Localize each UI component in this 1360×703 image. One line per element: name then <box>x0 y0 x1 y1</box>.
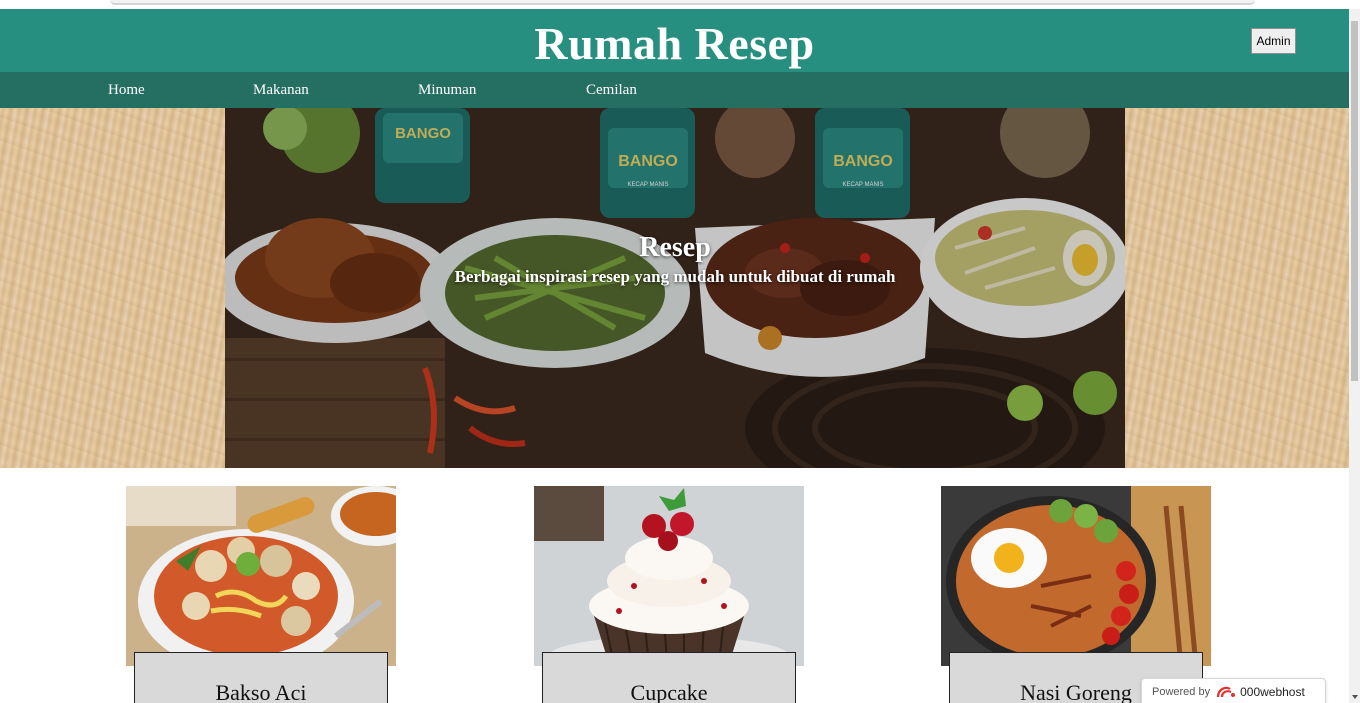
site-title: Rumah Resep <box>534 18 815 69</box>
hero-food-photo: BANGO BANGO KECAP MANIS BANGO KECAP MANI… <box>225 108 1125 468</box>
hero-banner: BANGO BANGO KECAP MANIS BANGO KECAP MANI… <box>0 108 1349 468</box>
recipe-card-bakso-aci[interactable]: Bakso Aci <box>126 486 396 703</box>
recipe-image-cupcake[interactable] <box>534 486 804 666</box>
recipe-card-cupcake[interactable]: Cupcake <box>534 486 804 703</box>
nav-item-cemilan[interactable]: Cemilan <box>586 82 637 99</box>
address-bar-edge <box>110 0 1255 5</box>
scroll-down-arrow-icon[interactable] <box>1352 695 1358 699</box>
hero-subtitle: Berbagai inspirasi resep yang mudah untu… <box>454 267 896 286</box>
hero-overlay <box>225 108 1125 468</box>
site-header: Rumah Resep Admin <box>0 9 1349 72</box>
powered-by-text: Powered by <box>1152 686 1211 698</box>
recipe-image-nasi-goreng[interactable] <box>941 486 1211 666</box>
recipe-name-cupcake[interactable]: Cupcake <box>542 652 796 703</box>
admin-button[interactable]: Admin <box>1251 28 1296 54</box>
webhost-logo-icon <box>1216 686 1236 698</box>
main-nav: Home Makanan Minuman Cemilan <box>0 72 1349 108</box>
recipe-name-bakso-aci[interactable]: Bakso Aci <box>134 652 388 703</box>
hero-title: Resep <box>639 232 711 263</box>
powered-by-badge[interactable]: Powered by 000webhost <box>1141 678 1326 703</box>
nav-item-home[interactable]: Home <box>108 82 145 99</box>
browser-chrome-edge <box>0 0 1360 9</box>
scrollbar-thumb[interactable] <box>1351 21 1358 381</box>
recipe-image-bakso-aci[interactable] <box>126 486 396 666</box>
page-scrollbar[interactable] <box>1349 9 1360 703</box>
recipe-card-nasi-goreng[interactable]: Nasi Goreng <box>941 486 1211 703</box>
nav-item-makanan[interactable]: Makanan <box>253 82 309 99</box>
nav-item-minuman[interactable]: Minuman <box>418 82 476 99</box>
webhost-brand: 000webhost <box>1240 685 1305 699</box>
